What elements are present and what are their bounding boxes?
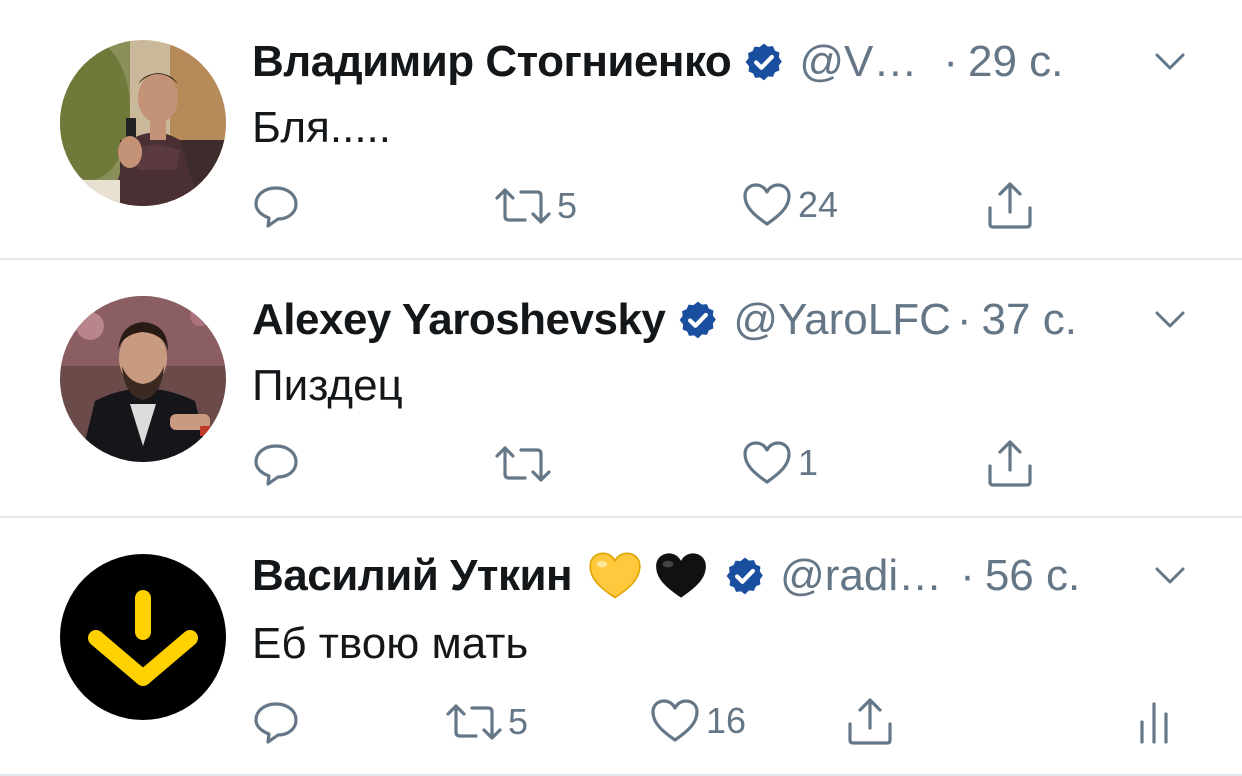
reply-icon <box>254 186 298 228</box>
reply-button[interactable] <box>252 440 300 488</box>
retweet-count: 5 <box>508 701 529 742</box>
verified-badge-icon <box>726 557 763 595</box>
tweet-header: Василий Уткин @radi… · 56 с. <box>252 550 1080 602</box>
author-name[interactable]: Владимир Стогниенко <box>252 36 732 88</box>
reply-button[interactable] <box>252 182 300 230</box>
author-handle[interactable]: @YaroLFC <box>733 294 950 346</box>
retweet-button[interactable]: 5 <box>446 700 528 744</box>
like-count: 1 <box>798 442 819 483</box>
yellow-heart-emoji-icon <box>589 552 641 599</box>
avatar[interactable] <box>60 296 226 462</box>
share-button[interactable] <box>846 696 894 746</box>
author-handle[interactable]: @V… <box>799 36 917 88</box>
tweet-header: Alexey Yaroshevsky @YaroLFC · 37 с. <box>252 294 1077 346</box>
person-with-microphone-avatar <box>60 40 226 206</box>
author-name[interactable]: Alexey Yaroshevsky <box>252 294 666 346</box>
author-name[interactable]: Василий Уткин <box>252 550 573 602</box>
avatar[interactable] <box>60 554 226 720</box>
analytics-button[interactable] <box>1136 700 1172 744</box>
reply-icon <box>254 702 298 744</box>
separator-dot: · <box>960 551 975 600</box>
timestamp[interactable]: 37 с. <box>982 294 1077 346</box>
verified-badge-icon <box>745 43 783 81</box>
chevron-down-icon[interactable] <box>1154 52 1186 72</box>
separator-dot: · <box>943 37 958 86</box>
retweet-icon <box>495 188 551 224</box>
heart-icon <box>743 441 791 484</box>
author-handle[interactable]: @radi… <box>780 550 942 602</box>
avatar[interactable] <box>60 40 226 206</box>
like-button[interactable]: 1 <box>742 440 818 486</box>
tweet-text: Бля..... <box>252 103 392 152</box>
tweet-2[interactable]: Alexey Yaroshevsky @YaroLFC · 37 с. Пизд… <box>0 260 1242 516</box>
retweet-button[interactable]: 5 <box>495 184 577 228</box>
analytics-icon <box>1140 702 1168 744</box>
share-button[interactable] <box>986 438 1034 488</box>
retweet-button[interactable] <box>495 442 557 486</box>
like-button[interactable]: 24 <box>742 182 838 228</box>
share-icon <box>988 440 1032 487</box>
retweet-icon <box>495 446 551 482</box>
heart-icon <box>743 183 791 226</box>
tweet-3[interactable]: Василий Уткин @radi… · 56 с. Еб твою мат… <box>0 518 1242 776</box>
black-heart-emoji-icon <box>656 553 706 598</box>
retweet-icon <box>446 704 502 740</box>
tweet-1[interactable]: Владимир Стогниенко @V… · 29 с. Бля.....… <box>0 0 1242 258</box>
separator-dot: · <box>956 295 972 344</box>
like-count: 24 <box>798 184 839 225</box>
like-button[interactable]: 16 <box>650 698 746 744</box>
tweet-text: Еб твою мать <box>252 619 529 668</box>
bearded-man-avatar <box>60 296 226 462</box>
chevron-down-icon[interactable] <box>1154 310 1186 330</box>
reply-button[interactable] <box>252 698 300 746</box>
tweet-header: Владимир Стогниенко @V… · 29 с. <box>252 36 1063 88</box>
heart-icon <box>651 699 699 742</box>
reply-icon <box>254 444 298 486</box>
timestamp[interactable]: 29 с. <box>968 36 1063 88</box>
tweet-text: Пиздец <box>252 361 403 410</box>
chevron-down-icon[interactable] <box>1154 566 1186 586</box>
share-icon <box>988 182 1032 229</box>
share-icon <box>848 698 892 745</box>
retweet-count: 5 <box>557 185 578 226</box>
like-count: 16 <box>706 700 747 741</box>
yellow-logo-avatar <box>60 554 226 720</box>
share-button[interactable] <box>986 180 1034 230</box>
verified-badge-icon <box>680 301 717 339</box>
timestamp[interactable]: 56 с. <box>985 550 1080 602</box>
